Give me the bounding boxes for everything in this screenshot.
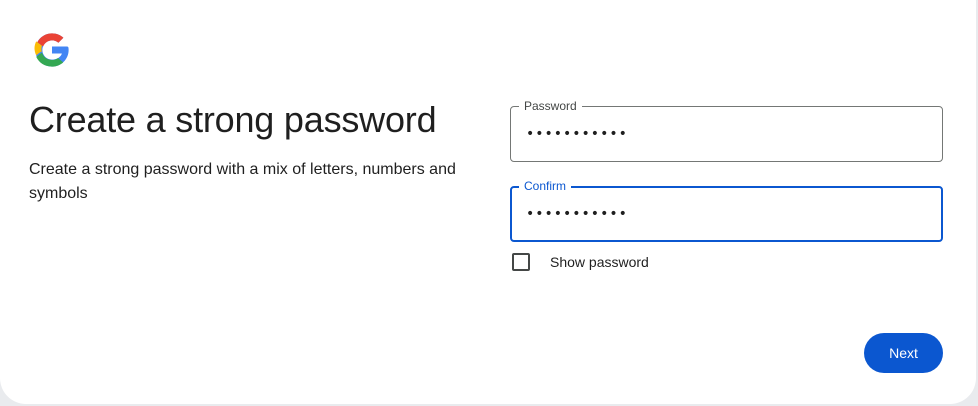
page-title: Create a strong password bbox=[29, 99, 437, 140]
google-g-icon bbox=[31, 29, 73, 71]
next-button[interactable]: Next bbox=[864, 333, 943, 373]
password-field-label: Password bbox=[519, 98, 582, 114]
signup-card: Create a strong password Create a strong… bbox=[0, 0, 976, 404]
confirm-input[interactable] bbox=[526, 201, 926, 227]
show-password-checkbox[interactable] bbox=[512, 253, 530, 271]
show-password-toggle[interactable]: Show password bbox=[512, 252, 649, 272]
page-subtitle: Create a strong password with a mix of l… bbox=[29, 161, 456, 202]
password-field[interactable]: Password bbox=[510, 98, 943, 162]
password-input[interactable] bbox=[526, 121, 926, 147]
confirm-field[interactable]: Confirm bbox=[510, 178, 943, 242]
show-password-label: Show password bbox=[550, 254, 649, 270]
confirm-field-label: Confirm bbox=[519, 178, 572, 194]
